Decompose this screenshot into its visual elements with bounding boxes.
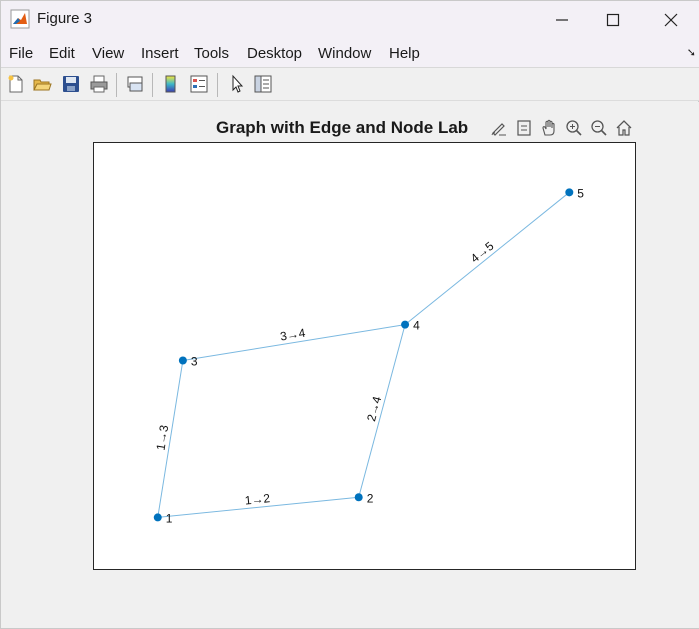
maximize-icon: [606, 13, 620, 26]
graph-node: [401, 320, 410, 329]
dock-arrow-icon[interactable]: ➘: [687, 46, 696, 59]
pointer-button[interactable]: [226, 73, 248, 95]
toolbar-separator: [116, 73, 117, 97]
menu-bar: File Edit View Insert Tools Desktop Wind…: [1, 38, 699, 68]
save-icon: [63, 76, 79, 92]
axes-toolbar: [487, 116, 635, 140]
open-file-button[interactable]: [31, 73, 53, 95]
zoom-out-icon: [590, 120, 607, 136]
node-label: 5: [577, 186, 584, 200]
close-button[interactable]: [648, 1, 694, 38]
save-button[interactable]: [60, 73, 82, 95]
edge-label: 2→4: [364, 394, 384, 422]
brush-button[interactable]: [487, 116, 510, 140]
print-icon: [90, 75, 108, 93]
title-bar[interactable]: Figure 3: [1, 1, 699, 38]
zoom-out-button[interactable]: [587, 116, 610, 140]
pan-icon: [541, 119, 555, 136]
close-icon: [664, 13, 678, 26]
menu-help[interactable]: Help: [389, 45, 420, 62]
property-inspector-icon: [254, 75, 272, 93]
graph-edge: [404, 191, 570, 325]
edge-label: 1→2: [244, 491, 271, 507]
graph-node: [354, 493, 363, 502]
pointer-icon: [232, 74, 244, 93]
zoom-in-button[interactable]: [562, 116, 585, 140]
node-label: 4: [413, 319, 420, 333]
new-figure-button[interactable]: [5, 73, 27, 95]
graph-node: [178, 356, 187, 365]
print-button[interactable]: [88, 73, 110, 95]
colorbar-button[interactable]: [160, 73, 182, 95]
link-plot-icon: [127, 76, 143, 92]
plot-axes[interactable]: 1→2 1→3 2→4 3→4 4→5 1 2 3 4 5: [93, 142, 636, 570]
brush-icon: [491, 123, 506, 136]
menu-tools[interactable]: Tools: [194, 45, 229, 62]
data-tips-button[interactable]: [512, 116, 535, 140]
graph-node: [565, 188, 574, 197]
graph-plot: 1→21→32→43→44→512345: [153, 186, 585, 525]
edge-label: 4→5: [468, 239, 497, 266]
node-label: 2: [367, 491, 374, 505]
menu-desktop[interactable]: Desktop: [247, 45, 302, 62]
node-label: 1: [166, 511, 173, 525]
legend-button[interactable]: [188, 73, 210, 95]
pan-button[interactable]: [537, 116, 560, 140]
open-file-icon: [33, 79, 52, 91]
legend-icon: [190, 75, 208, 93]
minimize-button[interactable]: [539, 1, 585, 38]
menu-edit[interactable]: Edit: [49, 45, 75, 62]
figure-window: Figure 3 File Edit View Insert Tools Des…: [0, 0, 699, 629]
toolbar-separator: [217, 73, 218, 97]
zoom-in-icon: [565, 120, 582, 136]
property-inspector-button[interactable]: [252, 73, 274, 95]
link-plot-button[interactable]: [124, 73, 146, 95]
data-tips-icon: [516, 120, 531, 136]
menu-insert[interactable]: Insert: [141, 45, 179, 62]
minimize-icon: [556, 18, 568, 21]
window-title: Figure 3: [37, 10, 93, 27]
colorbar-icon: [165, 75, 176, 93]
graph-node: [153, 513, 162, 522]
home-icon: [616, 120, 631, 136]
menu-view[interactable]: View: [92, 45, 124, 62]
plot-title: Graph with Edge and Node Lab: [216, 118, 469, 137]
menu-file[interactable]: File: [9, 45, 33, 62]
toolbar-separator: [152, 73, 153, 97]
figure-toolbar: [1, 68, 699, 101]
new-figure-icon: [8, 75, 23, 93]
maximize-button[interactable]: [590, 1, 636, 38]
home-button[interactable]: [612, 116, 635, 140]
menu-window[interactable]: Window: [318, 45, 371, 62]
node-label: 3: [191, 354, 198, 368]
matlab-logo-icon: [10, 9, 30, 29]
